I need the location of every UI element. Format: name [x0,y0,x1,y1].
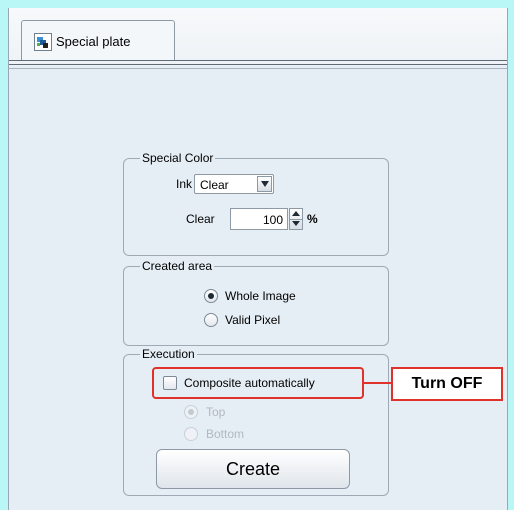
whole-image-label[interactable]: Whole Image [225,289,296,303]
composite-automatically-label[interactable]: Composite automatically [184,376,315,390]
tab-bar: Special plate [9,8,507,69]
group-title: Created area [140,259,215,273]
divider [9,68,507,69]
top-label[interactable]: Top [206,405,225,419]
group-title: Execution [140,347,197,361]
turn-off-callout: Turn OFF [391,367,503,401]
callout-connector [364,382,392,384]
percent-unit: % [307,212,318,226]
created-area-group: Created area Whole Image Valid Pixel [123,259,389,346]
composite-automatically-checkbox[interactable] [163,376,177,390]
whole-image-radio[interactable] [204,289,218,303]
create-button[interactable]: Create [156,449,350,489]
group-title: Special Color [140,151,216,165]
decrement-icon[interactable] [290,219,302,229]
bottom-label[interactable]: Bottom [206,427,244,441]
clear-amount-input[interactable]: 100 [230,208,288,230]
clear-amount-value: 100 [262,213,283,227]
ink-label: Ink [176,177,193,191]
special-plate-window: Special plate Special Color Ink Clear Cl… [8,8,508,510]
ink-select-value: Clear [200,178,229,192]
valid-pixel-radio[interactable] [204,313,218,327]
top-radio[interactable] [184,405,198,419]
valid-pixel-label[interactable]: Valid Pixel [225,313,280,327]
bottom-radio[interactable] [184,427,198,441]
chevron-down-icon[interactable] [257,176,272,192]
tab-special-plate[interactable]: Special plate [21,20,175,61]
special-plate-icon [34,33,52,51]
special-color-group: Special Color Ink Clear Clear 100 % [123,151,389,256]
ink-select[interactable]: Clear [194,174,274,194]
tab-label: Special plate [56,34,131,49]
clear-label: Clear [186,212,215,226]
composite-highlight: Composite automatically [152,367,364,399]
divider [9,64,507,65]
divider [9,60,507,61]
clear-amount-stepper[interactable] [289,208,303,230]
